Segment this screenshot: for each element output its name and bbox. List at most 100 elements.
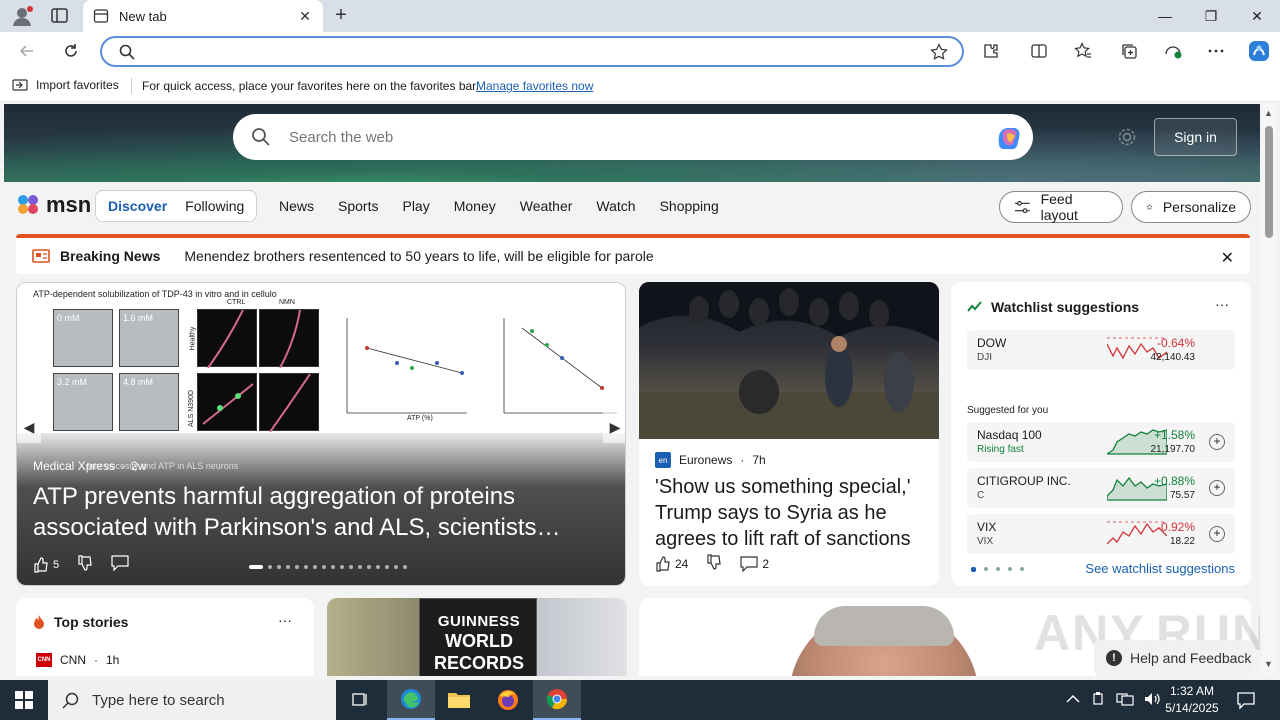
sign-in-button[interactable]: Sign in [1154, 118, 1237, 156]
settings-more-icon[interactable] [1205, 40, 1227, 62]
minimize-button[interactable]: — [1142, 0, 1188, 32]
nav-news[interactable]: News [279, 198, 314, 214]
personalize-button[interactable]: Personalize [1131, 191, 1251, 223]
usb-device-icon[interactable] [1090, 691, 1106, 709]
import-favorites-button[interactable]: Import favorites [12, 78, 119, 92]
see-watchlist-link[interactable]: See watchlist suggestions [1085, 561, 1235, 576]
performance-icon[interactable] [1162, 40, 1184, 62]
comment-button[interactable] [111, 555, 129, 574]
carousel-next-icon[interactable]: ▶ [603, 411, 625, 443]
task-view-icon[interactable] [336, 680, 384, 720]
news-card-euronews[interactable]: en Euronews · 7h 'Show us something spec… [639, 282, 939, 586]
watchlist-pager-dots[interactable] [971, 567, 1024, 572]
more-options-icon[interactable]: ··· [278, 612, 292, 628]
notification-icon[interactable] [1236, 690, 1256, 710]
stock-value: 42,140.43 [1150, 352, 1196, 363]
profile-icon[interactable] [10, 5, 34, 27]
carousel-prev-icon[interactable]: ◀ [17, 411, 41, 443]
file-explorer-icon[interactable] [435, 680, 483, 720]
web-search-input[interactable] [289, 127, 969, 147]
maximize-button[interactable]: ❐ [1188, 0, 1234, 32]
close-window-button[interactable]: ✕ [1234, 0, 1280, 32]
network-icon[interactable] [1116, 692, 1134, 709]
edge-taskbar-icon[interactable] [387, 680, 435, 720]
copilot-icon[interactable] [1246, 38, 1272, 64]
comment-button[interactable]: 2 [740, 555, 770, 572]
story-source: Medical Xpress · 2w [33, 459, 146, 473]
story-headline[interactable]: ATP prevents harmful aggregation of prot… [33, 481, 593, 543]
story-headline[interactable]: 'Show us something special,' Trump says … [655, 474, 927, 552]
like-button[interactable]: 24 [655, 555, 688, 572]
dislike-button[interactable] [706, 554, 722, 573]
figure-label: 1.6 mM [123, 313, 154, 323]
firefox-icon[interactable] [484, 680, 532, 720]
nav-watch[interactable]: Watch [596, 198, 635, 214]
import-favorites-label: Import favorites [36, 78, 119, 92]
like-button[interactable]: 5 [33, 556, 59, 573]
watchlist-title: Watchlist suggestions [967, 299, 1139, 315]
stock-value: 18.22 [1169, 536, 1195, 547]
guinness-story-card[interactable]: GUINNESS WORLD RECORDS [327, 598, 627, 676]
address-bar[interactable] [100, 36, 964, 67]
top-stories-title-text: Top stories [54, 614, 129, 630]
settings-gear-icon[interactable] [1117, 127, 1137, 147]
figure-label: ALS N390D [187, 390, 195, 427]
split-screen-icon[interactable] [1028, 40, 1050, 62]
feed-layout-button[interactable]: Feed layout [999, 191, 1123, 223]
msn-butterfly-icon [18, 195, 38, 214]
msn-logo[interactable]: msn [16, 192, 91, 218]
carousel-dots[interactable] [249, 565, 407, 569]
comment-count: 2 [762, 556, 770, 571]
chrome-icon[interactable] [533, 680, 581, 720]
close-icon[interactable]: ✕ [1221, 248, 1234, 268]
refresh-icon[interactable] [60, 40, 82, 62]
stock-row[interactable]: DOW DJI -0.64% 42,140.43 [967, 330, 1235, 370]
windows-logo-icon [15, 691, 33, 709]
breaking-news-banner[interactable]: Breaking News Menendez brothers resenten… [16, 234, 1250, 274]
tab-discover[interactable]: Discover [96, 198, 179, 214]
add-to-watchlist-icon[interactable]: + [1209, 526, 1225, 542]
nav-shopping[interactable]: Shopping [660, 198, 719, 214]
page-scrollbar[interactable]: ▲ ▼ [1262, 104, 1276, 676]
add-to-watchlist-icon[interactable]: + [1209, 480, 1225, 496]
web-search-box[interactable] [233, 114, 1033, 160]
back-icon[interactable] [16, 40, 38, 62]
add-to-watchlist-icon[interactable]: + [1209, 434, 1225, 450]
scroll-down-icon[interactable]: ▼ [1264, 659, 1273, 669]
taskbar-search[interactable]: Type here to search [48, 680, 336, 720]
favorites-icon[interactable] [1072, 40, 1094, 62]
separator: · [121, 459, 126, 473]
close-tab-icon[interactable]: ✕ [297, 8, 313, 24]
chevron-up-icon[interactable] [1066, 693, 1080, 707]
tab-following[interactable]: Following [179, 198, 250, 214]
tab-new-tab[interactable]: New tab ✕ [83, 0, 323, 32]
manage-favorites-link[interactable]: Manage favorites now [476, 79, 593, 93]
help-feedback-button[interactable]: ! Help and Feedback [1094, 640, 1252, 676]
figure-label: CTRL [227, 299, 246, 306]
nav-play[interactable]: Play [402, 198, 429, 214]
scroll-up-icon[interactable]: ▲ [1264, 108, 1273, 118]
scrollbar-thumb[interactable] [1265, 126, 1273, 238]
address-input[interactable] [142, 42, 922, 62]
start-button[interactable] [0, 680, 48, 720]
dislike-button[interactable] [77, 555, 93, 574]
more-options-icon[interactable]: ··· [1215, 296, 1229, 312]
taskbar-clock[interactable]: 1:32 AM 5/14/2025 [1160, 683, 1224, 717]
copilot-icon[interactable] [993, 122, 1025, 152]
source-name: CNN [60, 653, 86, 667]
stock-row[interactable]: CITIGROUP INC. C +0.88% 75.57 + [967, 468, 1235, 508]
nav-money[interactable]: Money [454, 198, 496, 214]
extensions-icon[interactable] [980, 40, 1002, 62]
breaking-news-text[interactable]: Menendez brothers resentenced to 50 year… [184, 248, 653, 264]
stock-row[interactable]: VIX VIX -0.92% 18.22 + [967, 514, 1235, 554]
portrait-hair [814, 606, 954, 646]
new-tab-button[interactable]: + [330, 5, 352, 27]
favorite-star-icon[interactable] [930, 43, 948, 61]
stock-row[interactable]: Nasdaq 100 Rising fast +1.58% 21,197.70 … [967, 422, 1235, 462]
msn-new-tab-page: Sign in msn Discover Following News Spor… [4, 104, 1260, 676]
nav-sports[interactable]: Sports [338, 198, 378, 214]
lead-story-card[interactable]: ATP-dependent solubilization of TDP-43 i… [16, 282, 626, 586]
nav-weather[interactable]: Weather [520, 198, 573, 214]
tab-actions-icon[interactable] [48, 6, 72, 26]
collections-icon[interactable] [1118, 40, 1140, 62]
